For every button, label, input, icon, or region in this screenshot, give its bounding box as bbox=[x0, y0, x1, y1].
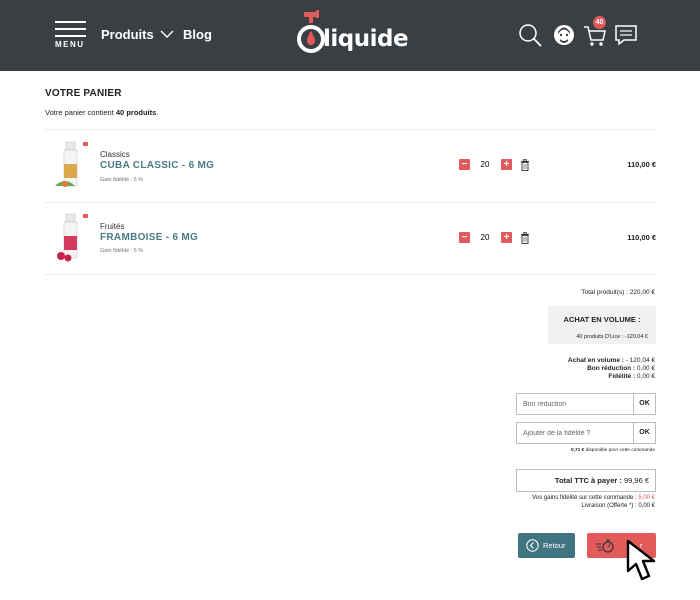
trash-icon[interactable] bbox=[520, 159, 530, 171]
line-reduction: Bon réduction : 0,00 € bbox=[568, 365, 655, 373]
product-price: 110,00 € bbox=[627, 233, 656, 242]
fidelity-available: 0,71 € disponible pour cette commande bbox=[571, 448, 655, 453]
menu-icon bbox=[55, 21, 86, 23]
product-category: Fruités bbox=[100, 222, 125, 231]
coupon-field: OK bbox=[516, 393, 656, 415]
product-image[interactable] bbox=[53, 212, 93, 264]
mouse-pointer-icon bbox=[626, 539, 656, 581]
livraison-line: Livraison (Offerte *) : 0,00 € bbox=[581, 503, 655, 509]
nav-blog[interactable]: Blog bbox=[183, 27, 212, 42]
logo[interactable]: liquide bbox=[297, 10, 409, 56]
divider bbox=[45, 274, 656, 275]
total-ttc-label: Total TTC à payer : bbox=[554, 476, 624, 485]
quantity-input[interactable] bbox=[474, 158, 496, 171]
chat-icon[interactable] bbox=[613, 22, 639, 48]
cart-item: Fruités FRAMBOISE - 6 MG Gain fidélité :… bbox=[45, 203, 656, 275]
product-name-link[interactable]: FRAMBOISE - 6 MG bbox=[100, 232, 198, 243]
coupon-ok-button[interactable]: OK bbox=[633, 394, 655, 414]
quantity-decrease-button[interactable]: − bbox=[459, 159, 470, 170]
nav-produits[interactable]: Produits bbox=[101, 27, 174, 42]
line-fidelite-value: 0,00 € bbox=[636, 373, 655, 380]
coupon-input[interactable] bbox=[517, 394, 633, 414]
line-fidelite-label: Fidélité : bbox=[608, 373, 637, 380]
search-icon[interactable] bbox=[517, 22, 543, 48]
line-reduction-label: Bon réduction : bbox=[587, 365, 637, 372]
account-icon[interactable] bbox=[551, 22, 577, 48]
line-reduction-value: 0,00 € bbox=[636, 365, 655, 372]
quantity-increase-button[interactable]: + bbox=[501, 159, 512, 170]
retour-label: Retour bbox=[543, 541, 566, 550]
fidelity-field: OK bbox=[516, 422, 656, 444]
page-title: VOTRE PANIER bbox=[45, 88, 122, 99]
product-category: Classics bbox=[100, 150, 130, 159]
retour-button[interactable]: Retour bbox=[518, 533, 575, 558]
product-name-link[interactable]: CUBA CLASSIC - 6 MG bbox=[100, 160, 214, 171]
cart-count-badge: 40 bbox=[593, 16, 606, 29]
stopwatch-icon bbox=[596, 539, 614, 553]
chevron-down-icon bbox=[160, 30, 174, 38]
menu-icon-bar bbox=[55, 28, 86, 30]
fidelity-input[interactable] bbox=[517, 423, 633, 443]
menu-button[interactable]: MENU bbox=[55, 20, 87, 50]
site-header: MENU Produits Blog liquide 40 bbox=[0, 0, 700, 71]
fidelity-available-value: 0,71 € bbox=[570, 448, 585, 453]
gains-info: Vos gains fidélité sur cette commande : … bbox=[532, 494, 655, 510]
line-fidelite: Fidélité : 0,00 € bbox=[568, 373, 655, 381]
discount-lines: Achat en volume : - 120,04 € Bon réducti… bbox=[568, 357, 655, 381]
arrow-left-icon bbox=[526, 539, 539, 552]
product-gain: Gain fidélité : 5 % bbox=[100, 177, 144, 183]
trash-icon[interactable] bbox=[520, 232, 530, 244]
subtitle-count: 40 produits bbox=[115, 108, 157, 117]
total-ttc-value: 99,96 € bbox=[623, 476, 649, 485]
gains-value: 5,00 € bbox=[638, 495, 655, 501]
quantity-decrease-button[interactable]: − bbox=[459, 232, 470, 243]
quantity-increase-button[interactable]: + bbox=[501, 232, 512, 243]
volume-discount-box: ACHAT EN VOLUME : 40 produits D'Lice : -… bbox=[548, 306, 656, 344]
line-volume-label: Achat en volume : bbox=[567, 357, 626, 364]
volume-title: ACHAT EN VOLUME : bbox=[563, 315, 641, 324]
product-price: 110,00 € bbox=[627, 160, 656, 169]
total-produits: Total produit(s) : 220,00 € bbox=[581, 289, 655, 296]
cart-item: Classics CUBA CLASSIC - 6 MG Gain fidéli… bbox=[45, 130, 656, 202]
logo-text: liquide bbox=[323, 26, 409, 52]
cart-summary-text: Votre panier contient 40 produits. bbox=[45, 108, 158, 117]
volume-detail: 40 produits D'Lice : -120.04 € bbox=[576, 334, 648, 340]
quantity-input[interactable] bbox=[474, 231, 496, 244]
gains-line: Vos gains fidélité sur cette commande : … bbox=[532, 494, 655, 502]
fidelity-available-text: disponible pour cette commande bbox=[584, 448, 655, 453]
product-image[interactable] bbox=[53, 140, 93, 192]
line-volume-value: - 120,04 € bbox=[625, 357, 655, 364]
menu-icon-bar bbox=[55, 35, 86, 37]
gains-label: Vos gains fidélité sur cette commande : bbox=[532, 495, 639, 501]
product-gain: Gain fidélité : 5 % bbox=[100, 248, 144, 254]
subtitle-suffix: . bbox=[156, 108, 159, 117]
line-volume: Achat en volume : - 120,04 € bbox=[568, 357, 655, 365]
total-ttc: Total TTC à payer : 99,96 € bbox=[516, 469, 656, 492]
fidelity-ok-button[interactable]: OK bbox=[633, 423, 655, 443]
menu-label: MENU bbox=[55, 40, 85, 49]
nav-produits-label: Produits bbox=[101, 27, 154, 42]
subtitle-prefix: Votre panier contient bbox=[45, 108, 116, 117]
